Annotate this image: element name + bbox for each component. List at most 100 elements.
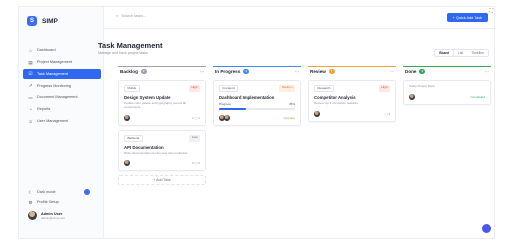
profile-setup-label: Profile Setup [37,200,59,204]
progress-bar-fill [219,108,246,110]
task-card[interactable]: Backend Low API Documentation Write docu… [118,129,206,172]
priority-badge: Low [189,134,200,142]
column-header: In Progress 1 ⋯ [213,66,301,76]
sidebar-item-label: Task Management [37,71,69,76]
sidebar-nav: ⌂ Dashboard ▤ Project Management ☑ Task … [23,45,101,128]
tasks-icon: ☑ [28,71,33,77]
search-box[interactable]: ⌕ Search tasks... [116,14,146,18]
sidebar-item-label: Document Management [37,95,78,100]
card-tag: Mobile [124,85,140,92]
user-name: Admin User [41,211,63,216]
dark-mode-toggle[interactable] [84,189,90,195]
column-done: Done 1 ⋯ Setup Project Repo Completed [403,66,491,233]
card-meta: 2 ▢ 1 [192,115,200,120]
card-title: Design System Update [124,95,171,100]
app-name: SIMP [42,17,58,25]
column-backlog: Backlog 2 ⋯ Mobile High Design System Up… [118,66,206,233]
quick-add-task-button[interactable]: + Quick Add Task [446,13,488,22]
card-description: Write documentation for the new user end… [124,150,188,155]
sidebar-item-user-management[interactable]: ☺ User Management [23,116,101,127]
home-icon: ⌂ [29,47,32,53]
view-timeline-tab[interactable]: Timeline [467,50,488,56]
column-header: Done 1 ⋯ [403,66,491,76]
sidebar-item-label: Project Management [37,60,73,65]
sidebar-item-task-management[interactable]: ☑ Task Management [23,68,101,80]
card-tag: Backend [124,134,143,142]
due-status: Overdue [283,115,295,120]
search-icon: ⌕ [116,14,119,18]
card-tag: Research [314,85,334,92]
sidebar-item-label: Progress Monitoring [37,83,71,88]
gear-icon: ⚙ [28,199,33,205]
fullscreen-icon[interactable]: ⛶ [489,8,493,14]
priority-badge: Medium [279,85,295,92]
brand[interactable]: S SIMP [27,16,58,26]
assignee-avatar [314,110,320,117]
user-email: admin@simp.com [41,215,66,220]
logo-icon: S [27,16,37,26]
priority-badge: High [378,85,390,92]
column-header: Review 1 ⋯ [308,66,396,76]
document-icon: ▭ [28,94,33,100]
view-switcher: Board List Timeline [434,49,489,57]
column-header: Backlog 2 ⋯ [118,66,206,76]
folder-icon: ▤ [28,59,33,65]
sidebar-item-reports[interactable]: ◔ Reports [23,104,101,115]
sidebar: S SIMP ⌂ Dashboard ▤ Project Management … [19,7,104,238]
more-icon[interactable]: ⋯ [295,69,301,74]
view-board-tab[interactable]: Board [435,50,455,56]
avatar [28,211,37,220]
users-icon: ☺ [28,118,33,124]
column-review: Review 1 ⋯ Research High Competitor Anal… [308,66,396,233]
column-count-badge: 1 [328,69,335,74]
assignee-avatar [124,160,130,167]
assignee-avatar [124,114,130,121]
sidebar-item-document-management[interactable]: ▭ Document Management [23,92,101,103]
card-description: Setup Project Repo [409,84,436,88]
search-input[interactable]: Search tasks... [121,14,146,18]
card-title: Competitor Analysis [314,95,356,100]
column-count-badge: 2 [140,69,147,74]
more-icon[interactable]: ⋯ [200,69,206,74]
column-count-badge: 1 [243,69,249,74]
sidebar-item-label: User Management [37,119,69,124]
card-title: Dashboard Implementation [219,95,275,100]
user-profile[interactable]: Admin User admin@simp.com [23,209,101,222]
assignee-avatar [223,114,230,121]
sidebar-item-dashboard[interactable]: ⌂ Dashboard [23,45,101,56]
priority-badge: High [188,85,200,92]
task-card[interactable]: Research High Competitor Analysis Review… [308,80,396,122]
completed-status: Completed [470,94,485,99]
dark-mode-toggle-row[interactable]: ☾ Dark mode [23,187,101,197]
progress-bar [219,108,295,110]
card-title: API Documentation [124,144,164,150]
sidebar-item-project-management[interactable]: ▤ Project Management [23,57,101,68]
more-icon[interactable]: ⋯ [390,69,396,74]
more-icon[interactable]: ⋯ [485,69,491,74]
progress-value: 35% [288,102,295,106]
chart-icon: ↗ [28,83,33,89]
report-icon: ◔ [29,106,32,112]
page-subtitle: Manage and track project tasks [98,51,148,55]
moon-icon: ☾ [28,189,33,195]
task-card[interactable]: Setup Project Repo Completed [403,80,491,105]
top-bar: ⌕ Search tasks... + Quick Add Task ⛶ [104,7,494,29]
card-meta: 0 ▢ 0 [192,161,200,166]
sidebar-item-progress-monitoring[interactable]: ↗ Progress Monitoring [23,80,101,91]
card-tag: Frontend [219,85,239,92]
column-title: In Progress [215,69,241,74]
column-title: Done [405,69,417,74]
column-count-badge: 1 [419,69,426,74]
assignee-avatar [409,93,415,100]
view-list-tab[interactable]: List [454,50,467,56]
task-card[interactable]: Frontend Medium Dashboard Implementation… [213,80,301,126]
sidebar-item-label: Reports [37,107,51,112]
task-card[interactable]: Mobile High Design System Update Update … [118,80,206,126]
progress-label: Progress [219,102,232,106]
dark-mode-label: Dark mode [37,190,56,194]
column-title: Backlog [120,69,138,74]
card-meta: ▢ 3 [384,111,390,116]
add-task-button[interactable]: + Add Task [118,175,206,186]
profile-setup-link[interactable]: ⚙ Profile Setup [23,197,101,207]
card-description: Review top 5 competitor features [314,101,358,105]
